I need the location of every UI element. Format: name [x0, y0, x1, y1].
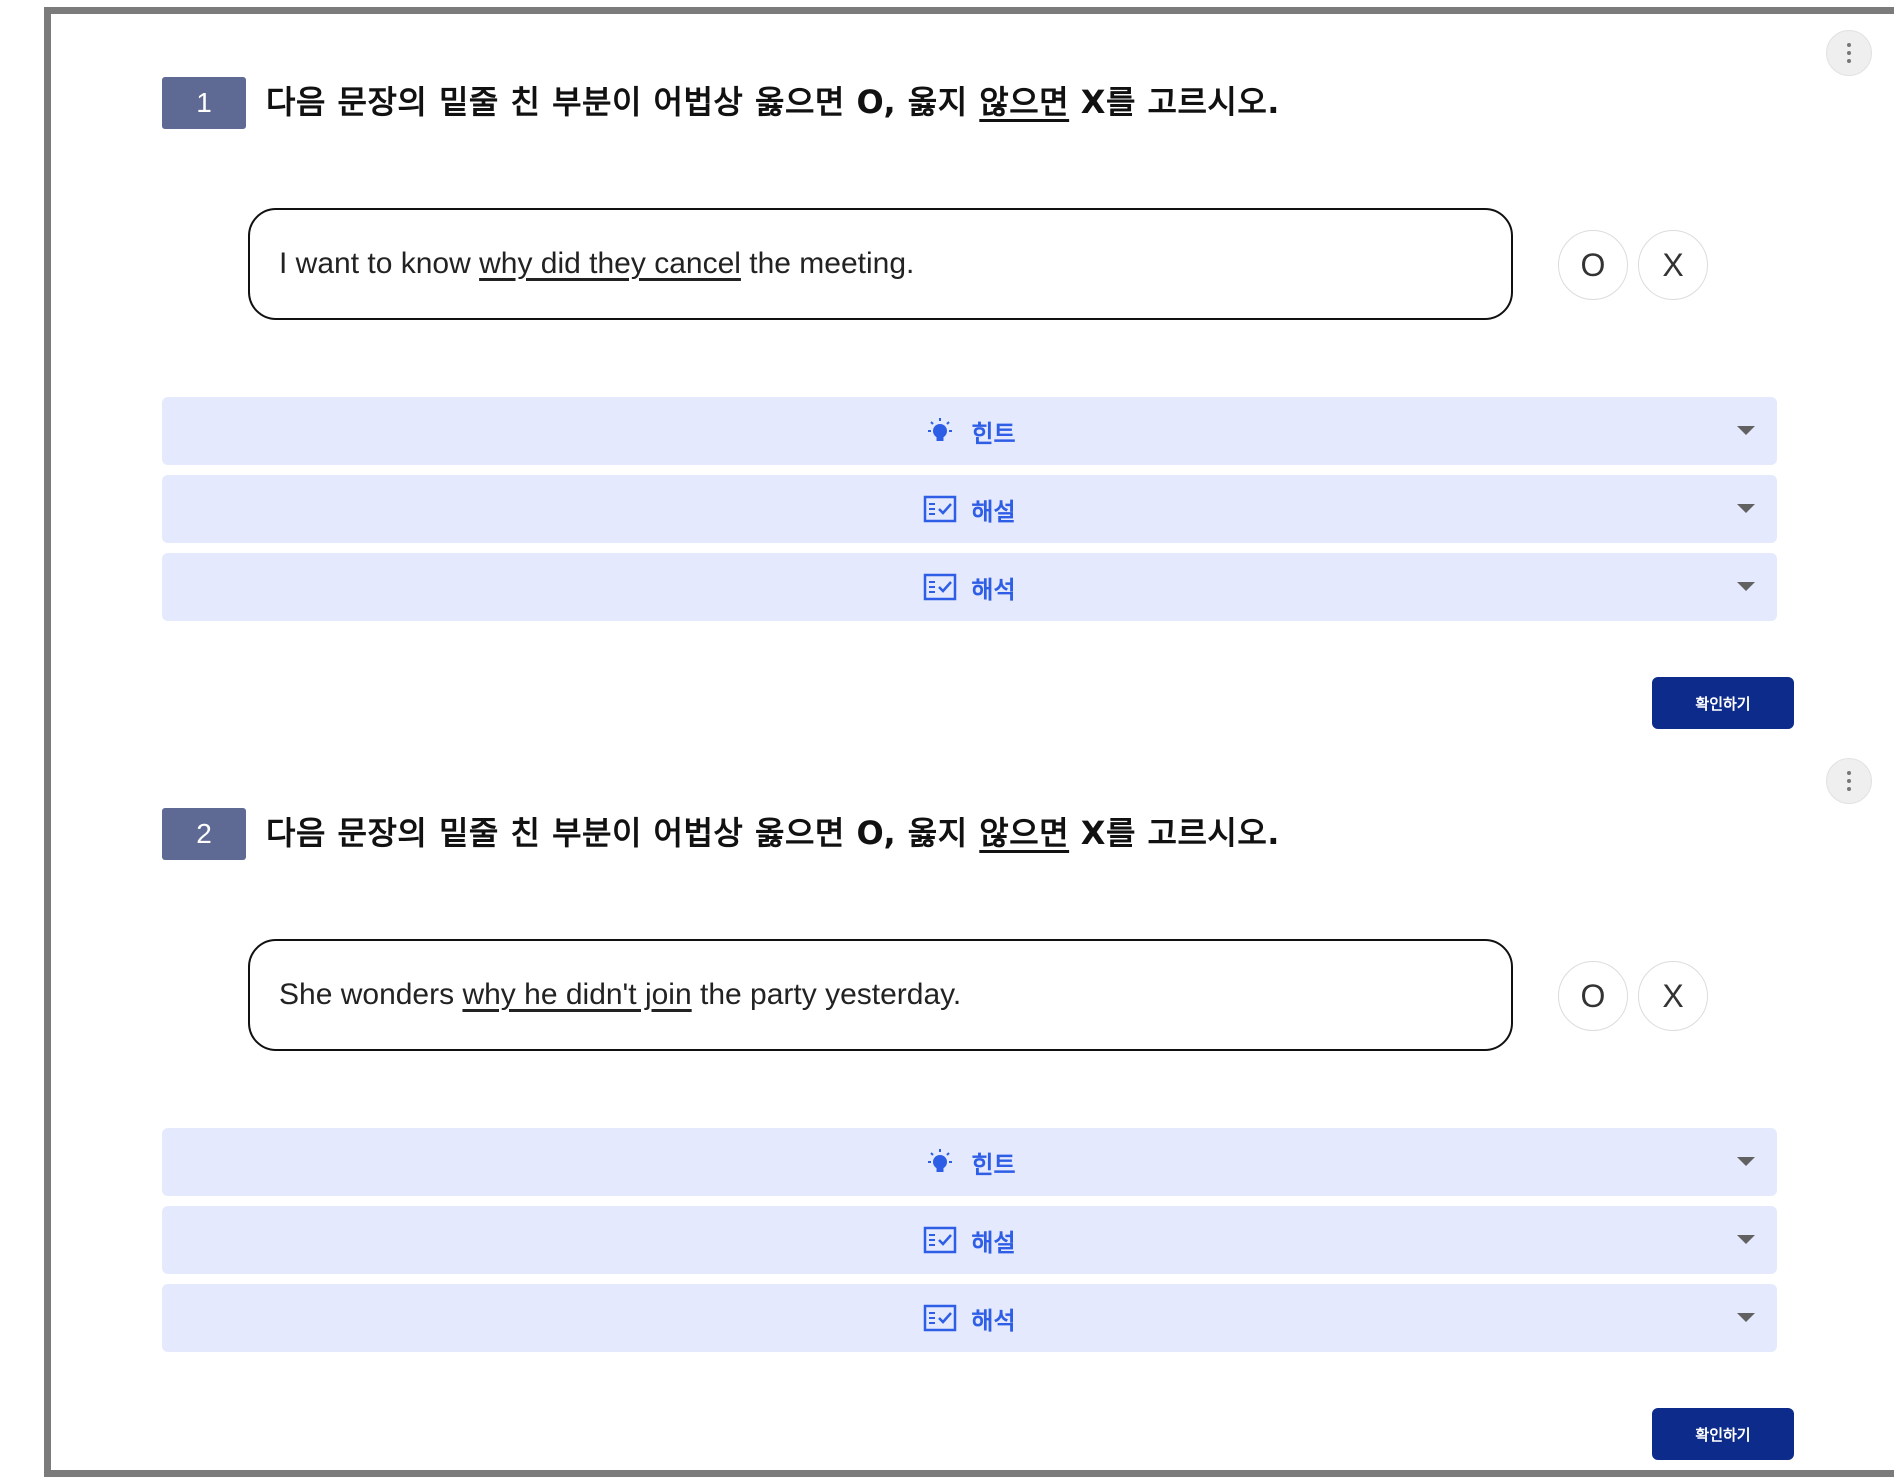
accordion-label: 힌트 [971, 419, 1016, 448]
option-x-button[interactable]: X [1638, 961, 1708, 1031]
accordion-label: 해석 [971, 575, 1016, 604]
lightbulb-icon [928, 1149, 953, 1172]
accordion-explanation[interactable]: 해설 [162, 475, 1777, 543]
checklist-icon [924, 573, 957, 601]
chevron-down-icon [1737, 1313, 1755, 1322]
prompt-text: 다음 문장의 밑줄 친 부분이 어법상 옳으면 O, 옳지 [266, 814, 980, 852]
chevron-down-icon [1737, 426, 1755, 435]
more-options-button[interactable] [1826, 758, 1872, 804]
chevron-down-icon [1737, 582, 1755, 591]
chevron-down-icon [1737, 504, 1755, 513]
lightbulb-icon [928, 418, 953, 441]
checklist-icon [924, 1304, 957, 1332]
prompt-text-end: X를 고르시오. [1069, 83, 1280, 121]
confirm-button[interactable]: 확인하기 [1652, 1408, 1794, 1460]
accordion-explanation[interactable]: 해설 [162, 1206, 1777, 1274]
sentence-text: She wonders [279, 978, 463, 1011]
accordion-hint[interactable]: 힌트 [162, 397, 1777, 465]
checklist-icon [924, 1226, 957, 1254]
question-1: 1 다음 문장의 밑줄 친 부분이 어법상 옳으면 O, 옳지 않으면 X를 고… [51, 14, 1894, 745]
prompt-underlined-text: 않으면 [979, 83, 1070, 121]
accordion-label: 해석 [971, 1306, 1016, 1335]
accordion-label: 해설 [971, 497, 1016, 526]
accordion-translation[interactable]: 해석 [162, 553, 1777, 621]
sentence-text-end: the meeting. [740, 247, 915, 280]
more-options-button[interactable] [1826, 30, 1872, 76]
sentence-underlined-text: why he didn't join [462, 978, 692, 1011]
confirm-button[interactable]: 확인하기 [1652, 677, 1794, 729]
option-o-button[interactable]: O [1558, 961, 1628, 1031]
question-number-badge: 2 [162, 808, 246, 860]
prompt-underlined-text: 않으면 [979, 814, 1070, 852]
question-2: 2 다음 문장의 밑줄 친 부분이 어법상 옳으면 O, 옳지 않으면 X를 고… [51, 745, 1894, 1476]
prompt-text-end: X를 고르시오. [1069, 814, 1280, 852]
sentence-box: I want to know why did they cancel the m… [248, 208, 1513, 320]
more-vertical-icon [1847, 43, 1851, 63]
option-x-button[interactable]: X [1638, 230, 1708, 300]
sentence-underlined-text: why did they cancel [479, 247, 741, 280]
accordion-label: 힌트 [971, 1150, 1016, 1179]
sentence-text: I want to know [279, 247, 480, 280]
prompt-text: 다음 문장의 밑줄 친 부분이 어법상 옳으면 O, 옳지 [266, 83, 980, 121]
accordion-label: 해설 [971, 1228, 1016, 1257]
checklist-icon [924, 495, 957, 523]
chevron-down-icon [1737, 1235, 1755, 1244]
more-vertical-icon [1847, 771, 1851, 791]
sentence-box: She wonders why he didn't join the party… [248, 939, 1513, 1051]
question-prompt: 다음 문장의 밑줄 친 부분이 어법상 옳으면 O, 옳지 않으면 X를 고르시… [266, 74, 1280, 130]
option-o-button[interactable]: O [1558, 230, 1628, 300]
sentence-text-end: the party yesterday. [691, 978, 962, 1011]
question-prompt: 다음 문장의 밑줄 친 부분이 어법상 옳으면 O, 옳지 않으면 X를 고르시… [266, 805, 1280, 861]
question-number-badge: 1 [162, 77, 246, 129]
accordion-hint[interactable]: 힌트 [162, 1128, 1777, 1196]
accordion-translation[interactable]: 해석 [162, 1284, 1777, 1352]
chevron-down-icon [1737, 1157, 1755, 1166]
quiz-frame: 1 다음 문장의 밑줄 친 부분이 어법상 옳으면 O, 옳지 않으면 X를 고… [44, 7, 1894, 1477]
